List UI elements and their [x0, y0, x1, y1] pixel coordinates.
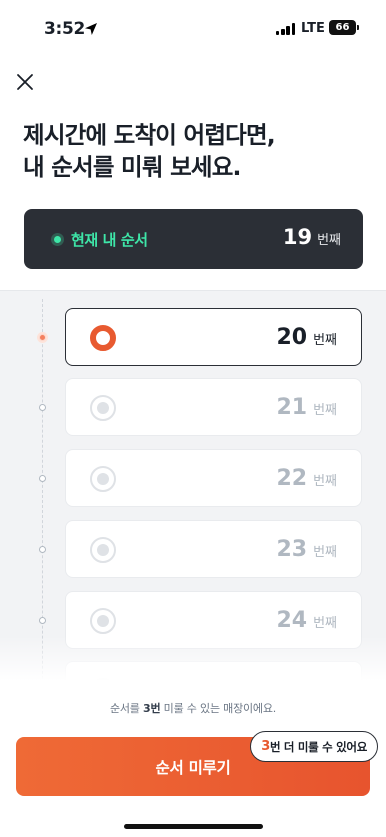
battery-icon: 66 [329, 20, 359, 35]
radio-button[interactable] [90, 325, 116, 351]
radio-button[interactable] [90, 537, 116, 563]
option-value: 22 번째 [276, 466, 337, 491]
radio-button[interactable] [90, 608, 116, 634]
radio-button[interactable] [90, 466, 116, 492]
battery-level: 66 [335, 22, 350, 33]
close-button[interactable] [11, 68, 39, 96]
option-number: 23 [276, 537, 308, 562]
order-option-20[interactable]: 20 번째 [65, 308, 362, 366]
option-value: 24 번째 [276, 608, 337, 633]
current-order-unit: 번째 [317, 233, 341, 248]
remaining-postpone-tooltip: 3번 더 미룰 수 있어요 [250, 731, 378, 762]
cellular-signal-icon [276, 23, 296, 35]
current-order-label: 현재 내 순서 [71, 231, 148, 249]
postpone-order-button-label: 순서 미루기 [155, 758, 231, 777]
order-option-21[interactable]: 21 번째 [65, 378, 362, 436]
location-arrow-icon [85, 23, 97, 35]
option-unit: 번째 [313, 474, 337, 489]
option-unit: 번째 [313, 545, 337, 560]
radio-button[interactable] [90, 395, 116, 421]
notice-prefix: 순서를 [109, 702, 143, 715]
home-indicator [124, 824, 263, 829]
current-indicator-dot [54, 236, 61, 243]
status-time: 3:52 [44, 19, 86, 39]
list-fade-overlay [0, 636, 386, 692]
bottom-action-area: 순서를 3번 미룰 수 있는 매장이에요. 순서 미루기 3번 더 미룰 수 있… [0, 692, 386, 837]
timeline-node [39, 475, 46, 482]
page-title-text: 제시간에 도착이 어렵다면, 내 순서를 미뤄 보세요. [23, 121, 276, 181]
postpone-notice: 순서를 3번 미룰 수 있는 매장이에요. [0, 700, 386, 716]
timeline-line [42, 299, 43, 692]
tooltip-count: 3 [261, 739, 270, 754]
timeline-node [39, 617, 46, 624]
timeline-node [39, 404, 46, 411]
option-value: 20 번째 [276, 325, 337, 350]
option-number: 24 [276, 608, 308, 633]
page-title: 제시간에 도착이 어렵다면, 내 순서를 미뤄 보세요. [23, 119, 363, 183]
option-number: 22 [276, 466, 308, 491]
option-unit: 번째 [313, 333, 337, 348]
network-type: LTE [301, 21, 325, 36]
option-unit: 번째 [313, 616, 337, 631]
timeline-node [39, 546, 46, 553]
current-order-card: 현재 내 순서 19 번째 [24, 209, 363, 269]
option-number: 21 [276, 395, 308, 420]
order-option-list[interactable]: 20 번째 21 번째 22 번째 23 번째 24 번째 [0, 290, 386, 692]
order-option-22[interactable]: 22 번째 [65, 449, 362, 507]
current-order-number: 19 [282, 225, 313, 249]
notice-count: 3번 [143, 702, 161, 715]
option-value: 23 번째 [276, 537, 337, 562]
option-value: 21 번째 [276, 395, 337, 420]
close-icon [17, 74, 33, 90]
order-option-23[interactable]: 23 번째 [65, 520, 362, 578]
current-order-value: 19 번째 [283, 225, 341, 249]
option-unit: 번째 [313, 403, 337, 418]
option-number: 20 [276, 325, 308, 350]
tooltip-text: 번 더 미룰 수 있어요 [269, 739, 367, 754]
status-bar: 3:52 LTE 66 [0, 0, 386, 56]
notice-suffix: 미룰 수 있는 매장이에요. [160, 702, 277, 715]
timeline-node [39, 334, 46, 341]
